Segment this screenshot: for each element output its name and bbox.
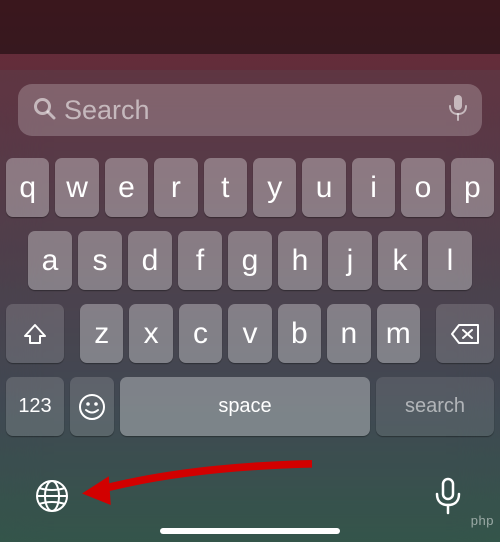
key-z[interactable]: z xyxy=(80,304,123,363)
watermark: php xyxy=(471,513,494,528)
dictation-icon[interactable] xyxy=(428,476,468,516)
home-indicator[interactable] xyxy=(160,528,340,534)
key-m[interactable]: m xyxy=(377,304,420,363)
key-h[interactable]: h xyxy=(278,231,322,290)
key-q[interactable]: q xyxy=(6,158,49,217)
search-field[interactable]: Search xyxy=(18,84,482,136)
key-g[interactable]: g xyxy=(228,231,272,290)
space-key[interactable]: space xyxy=(120,377,370,436)
key-row-3: zxcvbnm xyxy=(6,304,494,363)
top-dim-overlay xyxy=(0,0,500,54)
key-c[interactable]: c xyxy=(179,304,222,363)
key-t[interactable]: t xyxy=(204,158,247,217)
key-k[interactable]: k xyxy=(378,231,422,290)
key-w[interactable]: w xyxy=(55,158,98,217)
key-u[interactable]: u xyxy=(302,158,345,217)
numbers-key[interactable]: 123 xyxy=(6,377,64,436)
search-action-key[interactable]: search xyxy=(376,377,494,436)
key-p[interactable]: p xyxy=(451,158,494,217)
key-a[interactable]: a xyxy=(28,231,72,290)
key-f[interactable]: f xyxy=(178,231,222,290)
shift-key[interactable] xyxy=(6,304,64,363)
key-v[interactable]: v xyxy=(228,304,271,363)
key-b[interactable]: b xyxy=(278,304,321,363)
key-o[interactable]: o xyxy=(401,158,444,217)
key-l[interactable]: l xyxy=(428,231,472,290)
search-icon xyxy=(32,96,56,125)
keyboard-keys: qwertyuiop asdfghjkl zxcvbnm 123 xyxy=(6,158,494,450)
search-placeholder: Search xyxy=(64,95,448,126)
key-y[interactable]: y xyxy=(253,158,296,217)
key-i[interactable]: i xyxy=(352,158,395,217)
key-r[interactable]: r xyxy=(154,158,197,217)
key-n[interactable]: n xyxy=(327,304,370,363)
key-d[interactable]: d xyxy=(128,231,172,290)
key-s[interactable]: s xyxy=(78,231,122,290)
delete-key[interactable] xyxy=(436,304,494,363)
key-e[interactable]: e xyxy=(105,158,148,217)
globe-icon[interactable] xyxy=(32,476,72,516)
key-row-2: asdfghjkl xyxy=(6,231,494,290)
key-row-4: 123 space search xyxy=(6,377,494,436)
microphone-icon[interactable] xyxy=(448,94,468,127)
key-x[interactable]: x xyxy=(129,304,172,363)
emoji-key[interactable] xyxy=(70,377,114,436)
key-row-1: qwertyuiop xyxy=(6,158,494,217)
key-j[interactable]: j xyxy=(328,231,372,290)
